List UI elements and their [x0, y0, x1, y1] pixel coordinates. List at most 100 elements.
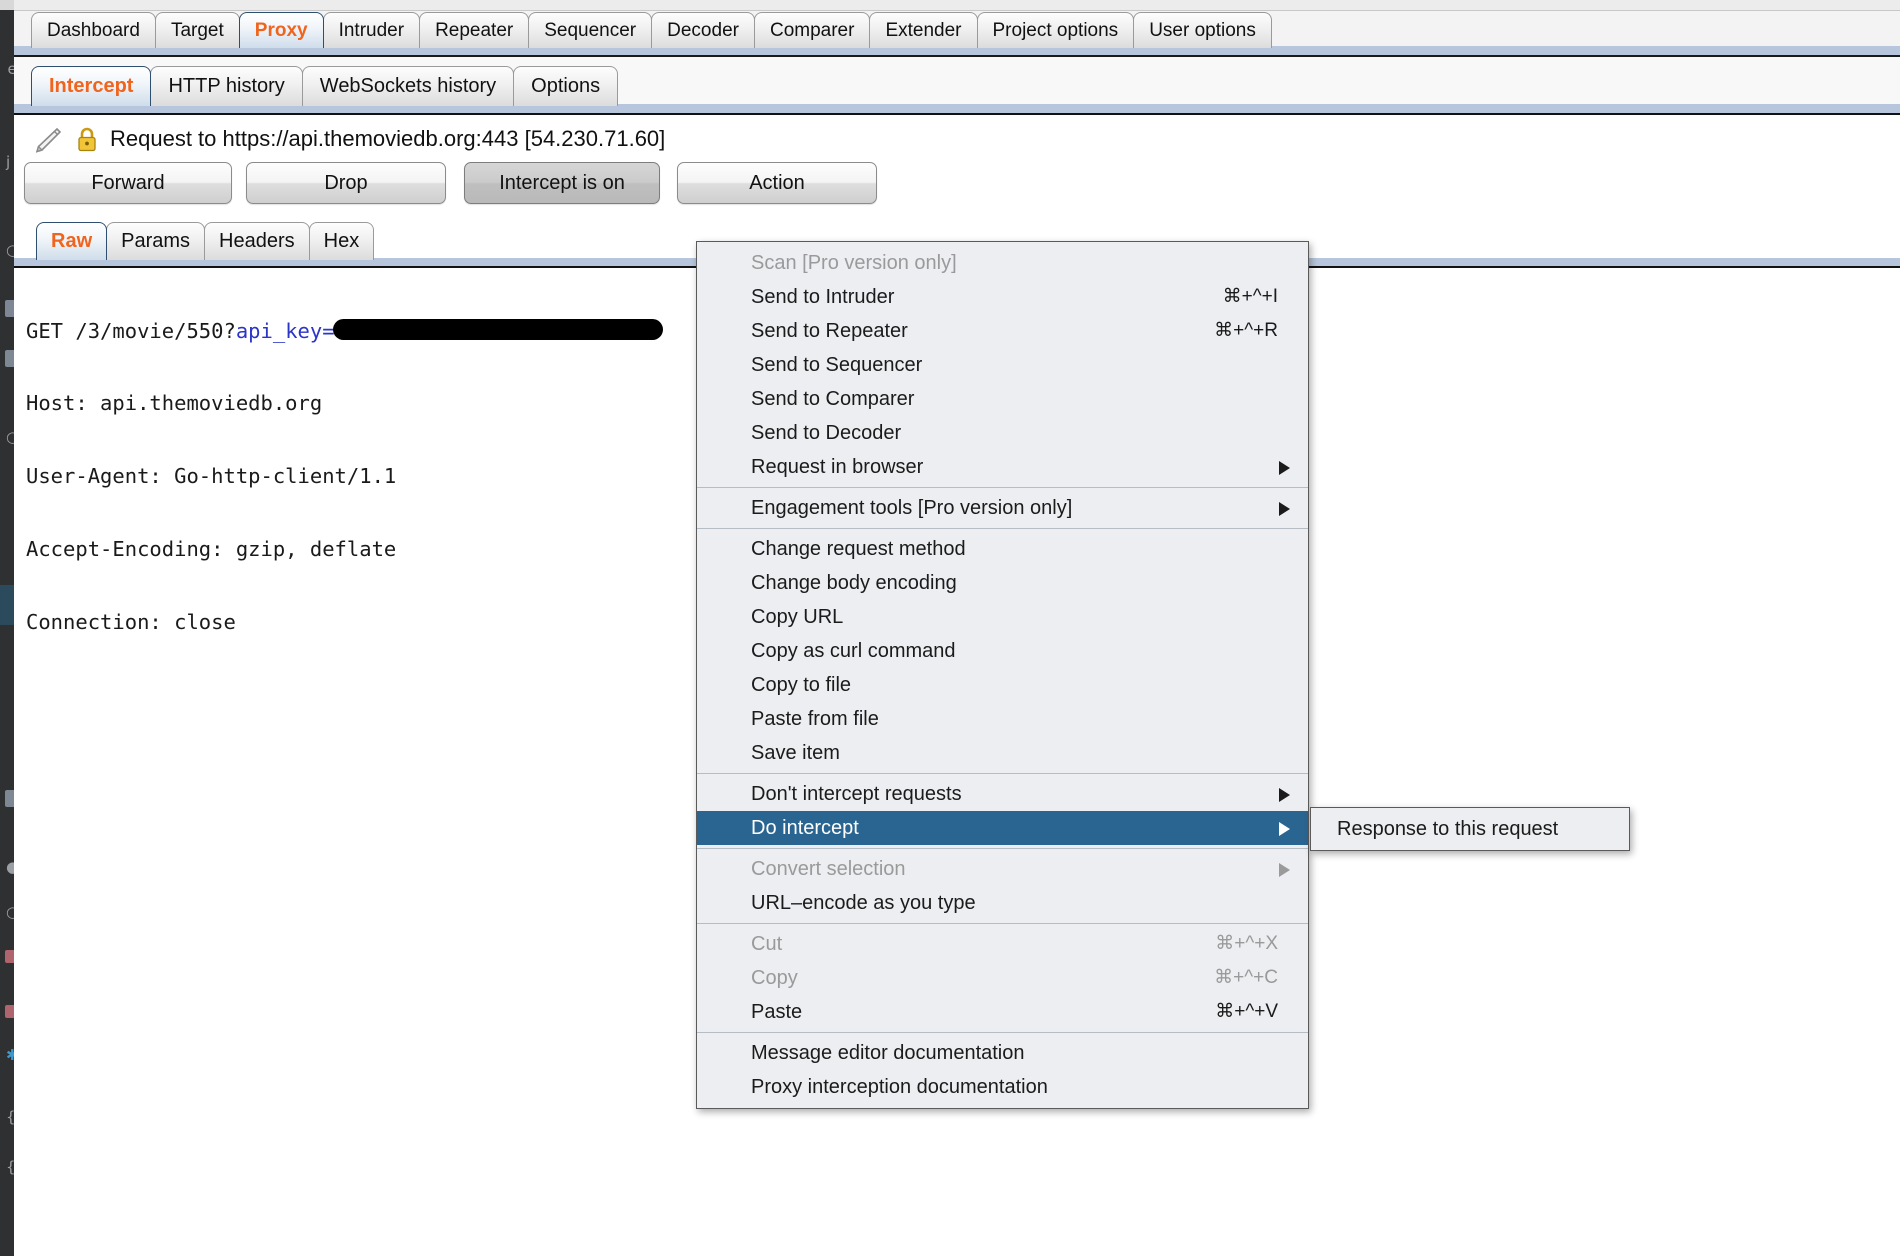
- raw-request-text[interactable]: GET /3/movie/550?api_key= Host: api.them…: [26, 270, 663, 683]
- menu-item-label: Copy URL: [751, 606, 844, 628]
- menu-item-shortcut: ⌘+^+R: [1214, 320, 1278, 341]
- menu-item-change-request-method[interactable]: Change request method: [697, 532, 1308, 566]
- menu-separator: [697, 923, 1308, 924]
- menu-item-message-editor-documentation[interactable]: Message editor documentation: [697, 1036, 1308, 1070]
- context-submenu-do-intercept: Response to this request: [1310, 807, 1630, 851]
- main-tab-repeater[interactable]: Repeater: [419, 12, 530, 48]
- menu-item-send-to-intruder[interactable]: Send to Intruder ⌘+^+I: [697, 280, 1308, 314]
- menu-item-label: Send to Intruder: [751, 286, 895, 308]
- menu-item-label: Request in browser: [751, 456, 924, 478]
- main-tab-decoder[interactable]: Decoder: [651, 12, 755, 48]
- submenu-arrow-icon: [1279, 822, 1290, 836]
- request-header-line: Host: api.themoviedb.org: [26, 391, 323, 416]
- forward-button[interactable]: Forward: [24, 162, 232, 204]
- submenu-item-response-to-this-request[interactable]: Response to this request: [1311, 812, 1629, 846]
- menu-item-do-intercept[interactable]: Do intercept: [697, 811, 1308, 845]
- menu-item-copy-url[interactable]: Copy URL: [697, 600, 1308, 634]
- menu-item-label: Message editor documentation: [751, 1042, 1025, 1064]
- menu-item-label: Copy: [751, 967, 798, 989]
- menu-item-label: Cut: [751, 933, 783, 955]
- main-tab-sequencer[interactable]: Sequencer: [528, 12, 653, 48]
- menu-item-proxy-interception-documentation[interactable]: Proxy interception documentation: [697, 1070, 1308, 1104]
- menu-item-send-to-comparer[interactable]: Send to Comparer: [697, 382, 1308, 416]
- menu-item-label: Proxy interception documentation: [751, 1076, 1048, 1098]
- menu-item-engagement-tools[interactable]: Engagement tools [Pro version only]: [697, 491, 1308, 525]
- sub-tab-intercept[interactable]: Intercept: [31, 66, 152, 106]
- proxy-sub-tab-bar: Intercept HTTP history WebSockets history O…: [14, 57, 1900, 115]
- message-tab-raw[interactable]: Raw: [36, 222, 108, 260]
- submenu-arrow-icon: [1279, 788, 1290, 802]
- sub-tab-websockets-history[interactable]: WebSockets history: [301, 66, 515, 106]
- pencil-icon: [31, 126, 63, 156]
- menu-item-label: Send to Comparer: [751, 388, 915, 410]
- menu-item-cut: Cut ⌘+^+X: [697, 927, 1308, 961]
- menu-item-label: Copy to file: [751, 674, 852, 696]
- sub-tab-http-history[interactable]: HTTP history: [150, 66, 303, 106]
- menu-item-paste-from-file[interactable]: Paste from file: [697, 702, 1308, 736]
- action-button[interactable]: Action: [677, 162, 877, 204]
- menu-item-label: Paste: [751, 1001, 803, 1023]
- request-param-name: api_key: [235, 318, 323, 343]
- request-line-prefix: GET /3/movie/550?: [26, 318, 236, 343]
- menu-item-shortcut: ⌘+^+V: [1215, 1001, 1278, 1022]
- window-titlebar-strip: [14, 0, 1900, 11]
- menu-item-label: URL–encode as you type: [751, 892, 976, 914]
- menu-separator: [697, 487, 1308, 488]
- message-tab-headers[interactable]: Headers: [204, 222, 310, 260]
- menu-item-label: Convert selection: [751, 858, 906, 880]
- menu-item-copy-as-curl-command[interactable]: Copy as curl command: [697, 634, 1308, 668]
- menu-separator: [697, 528, 1308, 529]
- menu-separator: [697, 1032, 1308, 1033]
- main-tab-user-options[interactable]: User options: [1133, 12, 1272, 48]
- intercept-toggle-button[interactable]: Intercept is on: [464, 162, 660, 204]
- main-tab-target[interactable]: Target: [154, 12, 240, 48]
- main-tab-bar: Dashboard Target Proxy Intruder Repeater Sequ…: [14, 11, 1900, 57]
- intercept-button-row: Forward Drop Intercept is on Action: [14, 162, 1900, 218]
- submenu-arrow-icon: [1279, 863, 1290, 877]
- main-tab-comparer[interactable]: Comparer: [753, 12, 871, 48]
- menu-item-url-encode-as-you-type[interactable]: URL–encode as you type: [697, 886, 1308, 920]
- menu-item-request-in-browser[interactable]: Request in browser: [697, 450, 1308, 484]
- drop-button[interactable]: Drop: [246, 162, 446, 204]
- menu-item-label: Save item: [751, 742, 840, 764]
- menu-item-label: Engagement tools [Pro version only]: [751, 497, 1073, 519]
- main-tab-project-options[interactable]: Project options: [976, 12, 1135, 48]
- proxy-sub-tabs: Intercept HTTP history WebSockets history O…: [31, 66, 619, 106]
- main-tab-intruder[interactable]: Intruder: [322, 12, 421, 48]
- main-tabs: Dashboard Target Proxy Intruder Repeater Sequ…: [31, 12, 1272, 48]
- menu-item-label: Response to this request: [1337, 818, 1559, 840]
- lock-icon: [76, 125, 98, 153]
- main-tab-proxy[interactable]: Proxy: [238, 12, 324, 48]
- context-menu: Scan [Pro version only] Send to Intruder ⌘…: [696, 241, 1309, 1109]
- menu-item-scan: Scan [Pro version only]: [697, 246, 1308, 280]
- menu-item-label: Change body encoding: [751, 572, 957, 594]
- menu-item-label: Scan [Pro version only]: [751, 252, 957, 274]
- menu-item-label: Paste from file: [751, 708, 879, 730]
- menu-item-copy: Copy ⌘+^+C: [697, 961, 1308, 995]
- menu-item-label: Don't intercept requests: [751, 783, 962, 805]
- menu-separator: [697, 848, 1308, 849]
- message-tab-hex[interactable]: Hex: [308, 222, 375, 260]
- menu-item-send-to-repeater[interactable]: Send to Repeater ⌘+^+R: [697, 314, 1308, 348]
- menu-item-send-to-sequencer[interactable]: Send to Sequencer: [697, 348, 1308, 382]
- sub-tab-options[interactable]: Options: [513, 66, 619, 106]
- message-tab-params[interactable]: Params: [106, 222, 206, 260]
- main-tab-dashboard[interactable]: Dashboard: [31, 12, 156, 48]
- menu-item-shortcut: ⌘+^+X: [1215, 933, 1278, 954]
- redacted-api-key: [332, 319, 663, 341]
- request-target-title: Request to https://api.themoviedb.org:44…: [110, 126, 666, 151]
- menu-item-copy-to-file[interactable]: Copy to file: [697, 668, 1308, 702]
- menu-item-label: Send to Repeater: [751, 320, 908, 342]
- menu-item-send-to-decoder[interactable]: Send to Decoder: [697, 416, 1308, 450]
- menu-item-label: Change request method: [751, 538, 966, 560]
- submenu-arrow-icon: [1279, 461, 1290, 475]
- menu-item-paste[interactable]: Paste ⌘+^+V: [697, 995, 1308, 1029]
- main-tab-extender[interactable]: Extender: [869, 12, 978, 48]
- menu-item-don-t-intercept-requests[interactable]: Don't intercept requests: [697, 777, 1308, 811]
- request-line: GET /3/movie/550?api_key=: [26, 319, 663, 343]
- menu-item-change-body-encoding[interactable]: Change body encoding: [697, 566, 1308, 600]
- menu-item-convert-selection: Convert selection: [697, 852, 1308, 886]
- menu-item-save-item[interactable]: Save item: [697, 736, 1308, 770]
- menu-separator: [697, 773, 1308, 774]
- request-header-line: Accept-Encoding: gzip, deflate: [26, 537, 397, 562]
